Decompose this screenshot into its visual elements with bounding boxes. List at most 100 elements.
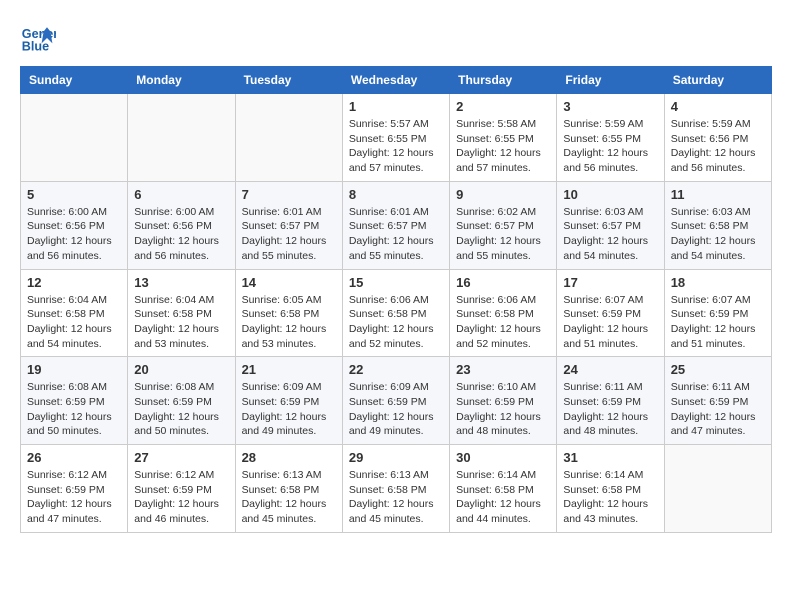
calendar-cell: 30 Sunrise: 6:14 AMSunset: 6:58 PMDayligh…: [450, 445, 557, 533]
day-number: 9: [456, 187, 550, 202]
day-info: Sunrise: 6:14 AMSunset: 6:58 PMDaylight:…: [456, 468, 550, 527]
day-info: Sunrise: 6:10 AMSunset: 6:59 PMDaylight:…: [456, 380, 550, 439]
day-info: Sunrise: 6:06 AMSunset: 6:58 PMDaylight:…: [349, 293, 443, 352]
week-row-4: 19 Sunrise: 6:08 AMSunset: 6:59 PMDayligh…: [21, 357, 772, 445]
day-number: 28: [242, 450, 336, 465]
day-number: 19: [27, 362, 121, 377]
day-number: 25: [671, 362, 765, 377]
week-row-3: 12Sunrise: 6:04 AMSunset: 6:58 PMDayligh…: [21, 269, 772, 357]
calendar-cell: 5 Sunrise: 6:00 AMSunset: 6:56 PMDaylight…: [21, 181, 128, 269]
calendar-cell: 28 Sunrise: 6:13 AMSunset: 6:58 PMDayligh…: [235, 445, 342, 533]
calendar-cell: 29 Sunrise: 6:13 AMSunset: 6:58 PMDayligh…: [342, 445, 449, 533]
day-info: Sunrise: 6:01 AMSunset: 6:57 PMDaylight:…: [349, 205, 443, 264]
day-number: 3: [563, 99, 657, 114]
calendar-cell: 8 Sunrise: 6:01 AMSunset: 6:57 PMDaylight…: [342, 181, 449, 269]
calendar-cell: 13 Sunrise: 6:04 AMSunset: 6:58 PMDayligh…: [128, 269, 235, 357]
day-info: Sunrise: 6:11 AMSunset: 6:59 PMDaylight:…: [671, 380, 765, 439]
day-info: Sunrise: 6:07 AMSunset: 6:59 PMDaylight:…: [563, 293, 657, 352]
day-info: Sunrise: 6:13 AMSunset: 6:58 PMDaylight:…: [242, 468, 336, 527]
calendar-cell: 14Sunrise: 6:05 AMSunset: 6:58 PMDayligh…: [235, 269, 342, 357]
day-info: Sunrise: 6:03 AMSunset: 6:58 PMDaylight:…: [671, 205, 765, 264]
day-info: Sunrise: 6:00 AMSunset: 6:56 PMDaylight:…: [27, 205, 121, 264]
day-number: 14: [242, 275, 336, 290]
day-info: Sunrise: 6:12 AMSunset: 6:59 PMDaylight:…: [134, 468, 228, 527]
day-info: Sunrise: 5:57 AMSunset: 6:55 PMDaylight:…: [349, 117, 443, 176]
calendar-cell: 7 Sunrise: 6:01 AMSunset: 6:57 PMDaylight…: [235, 181, 342, 269]
day-info: Sunrise: 5:58 AMSunset: 6:55 PMDaylight:…: [456, 117, 550, 176]
day-number: 1: [349, 99, 443, 114]
day-number: 30: [456, 450, 550, 465]
day-number: 10: [563, 187, 657, 202]
calendar-cell: 24Sunrise: 6:11 AMSunset: 6:59 PMDayligh…: [557, 357, 664, 445]
week-row-2: 5 Sunrise: 6:00 AMSunset: 6:56 PMDaylight…: [21, 181, 772, 269]
day-number: 7: [242, 187, 336, 202]
calendar-cell: 9Sunrise: 6:02 AMSunset: 6:57 PMDaylight…: [450, 181, 557, 269]
day-info: Sunrise: 5:59 AMSunset: 6:55 PMDaylight:…: [563, 117, 657, 176]
day-info: Sunrise: 6:09 AMSunset: 6:59 PMDaylight:…: [242, 380, 336, 439]
calendar-cell: 16 Sunrise: 6:06 AMSunset: 6:58 PMDayligh…: [450, 269, 557, 357]
day-info: Sunrise: 6:00 AMSunset: 6:56 PMDaylight:…: [134, 205, 228, 264]
calendar-cell: [664, 445, 771, 533]
day-number: 27: [134, 450, 228, 465]
calendar-cell: 10 Sunrise: 6:03 AMSunset: 6:57 PMDayligh…: [557, 181, 664, 269]
day-number: 6: [134, 187, 228, 202]
day-number: 22: [349, 362, 443, 377]
calendar-cell: [235, 94, 342, 182]
day-info: Sunrise: 6:14 AMSunset: 6:58 PMDaylight:…: [563, 468, 657, 527]
logo: General Blue: [20, 20, 62, 56]
calendar-cell: 2 Sunrise: 5:58 AMSunset: 6:55 PMDaylight…: [450, 94, 557, 182]
weekday-header-saturday: Saturday: [664, 67, 771, 94]
day-number: 21: [242, 362, 336, 377]
calendar-cell: 23 Sunrise: 6:10 AMSunset: 6:59 PMDayligh…: [450, 357, 557, 445]
weekday-header-row: SundayMondayTuesdayWednesdayThursdayFrid…: [21, 67, 772, 94]
calendar-cell: 21 Sunrise: 6:09 AMSunset: 6:59 PMDayligh…: [235, 357, 342, 445]
day-info: Sunrise: 6:06 AMSunset: 6:58 PMDaylight:…: [456, 293, 550, 352]
day-info: Sunrise: 6:07 AMSunset: 6:59 PMDaylight:…: [671, 293, 765, 352]
weekday-header-wednesday: Wednesday: [342, 67, 449, 94]
calendar-table: SundayMondayTuesdayWednesdayThursdayFrid…: [20, 66, 772, 533]
day-info: Sunrise: 6:03 AMSunset: 6:57 PMDaylight:…: [563, 205, 657, 264]
day-info: Sunrise: 6:12 AMSunset: 6:59 PMDaylight:…: [27, 468, 121, 527]
day-number: 31: [563, 450, 657, 465]
day-number: 17: [563, 275, 657, 290]
day-info: Sunrise: 6:04 AMSunset: 6:58 PMDaylight:…: [134, 293, 228, 352]
day-number: 13: [134, 275, 228, 290]
day-info: Sunrise: 6:01 AMSunset: 6:57 PMDaylight:…: [242, 205, 336, 264]
day-number: 4: [671, 99, 765, 114]
day-number: 20: [134, 362, 228, 377]
page-header: General Blue: [20, 20, 772, 56]
calendar-cell: 3 Sunrise: 5:59 AMSunset: 6:55 PMDaylight…: [557, 94, 664, 182]
calendar-cell: 20 Sunrise: 6:08 AMSunset: 6:59 PMDayligh…: [128, 357, 235, 445]
day-info: Sunrise: 6:13 AMSunset: 6:58 PMDaylight:…: [349, 468, 443, 527]
logo-icon: General Blue: [20, 20, 56, 56]
week-row-1: 1 Sunrise: 5:57 AMSunset: 6:55 PMDaylight…: [21, 94, 772, 182]
day-number: 16: [456, 275, 550, 290]
day-number: 11: [671, 187, 765, 202]
day-number: 8: [349, 187, 443, 202]
day-info: Sunrise: 6:11 AMSunset: 6:59 PMDaylight:…: [563, 380, 657, 439]
day-number: 29: [349, 450, 443, 465]
day-info: Sunrise: 6:08 AMSunset: 6:59 PMDaylight:…: [27, 380, 121, 439]
calendar-cell: 22 Sunrise: 6:09 AMSunset: 6:59 PMDayligh…: [342, 357, 449, 445]
day-number: 2: [456, 99, 550, 114]
calendar-cell: 31 Sunrise: 6:14 AMSunset: 6:58 PMDayligh…: [557, 445, 664, 533]
svg-text:Blue: Blue: [22, 40, 49, 54]
calendar-cell: 11 Sunrise: 6:03 AMSunset: 6:58 PMDayligh…: [664, 181, 771, 269]
day-number: 23: [456, 362, 550, 377]
week-row-5: 26 Sunrise: 6:12 AMSunset: 6:59 PMDayligh…: [21, 445, 772, 533]
day-number: 18: [671, 275, 765, 290]
calendar-cell: 26 Sunrise: 6:12 AMSunset: 6:59 PMDayligh…: [21, 445, 128, 533]
calendar-cell: 19 Sunrise: 6:08 AMSunset: 6:59 PMDayligh…: [21, 357, 128, 445]
day-number: 15: [349, 275, 443, 290]
calendar-cell: [21, 94, 128, 182]
day-info: Sunrise: 6:08 AMSunset: 6:59 PMDaylight:…: [134, 380, 228, 439]
calendar-cell: 27 Sunrise: 6:12 AMSunset: 6:59 PMDayligh…: [128, 445, 235, 533]
day-number: 26: [27, 450, 121, 465]
calendar-cell: 1 Sunrise: 5:57 AMSunset: 6:55 PMDaylight…: [342, 94, 449, 182]
day-info: Sunrise: 6:09 AMSunset: 6:59 PMDaylight:…: [349, 380, 443, 439]
calendar-cell: 4Sunrise: 5:59 AMSunset: 6:56 PMDaylight…: [664, 94, 771, 182]
calendar-cell: 18 Sunrise: 6:07 AMSunset: 6:59 PMDayligh…: [664, 269, 771, 357]
calendar-cell: 6 Sunrise: 6:00 AMSunset: 6:56 PMDaylight…: [128, 181, 235, 269]
weekday-header-monday: Monday: [128, 67, 235, 94]
day-number: 5: [27, 187, 121, 202]
